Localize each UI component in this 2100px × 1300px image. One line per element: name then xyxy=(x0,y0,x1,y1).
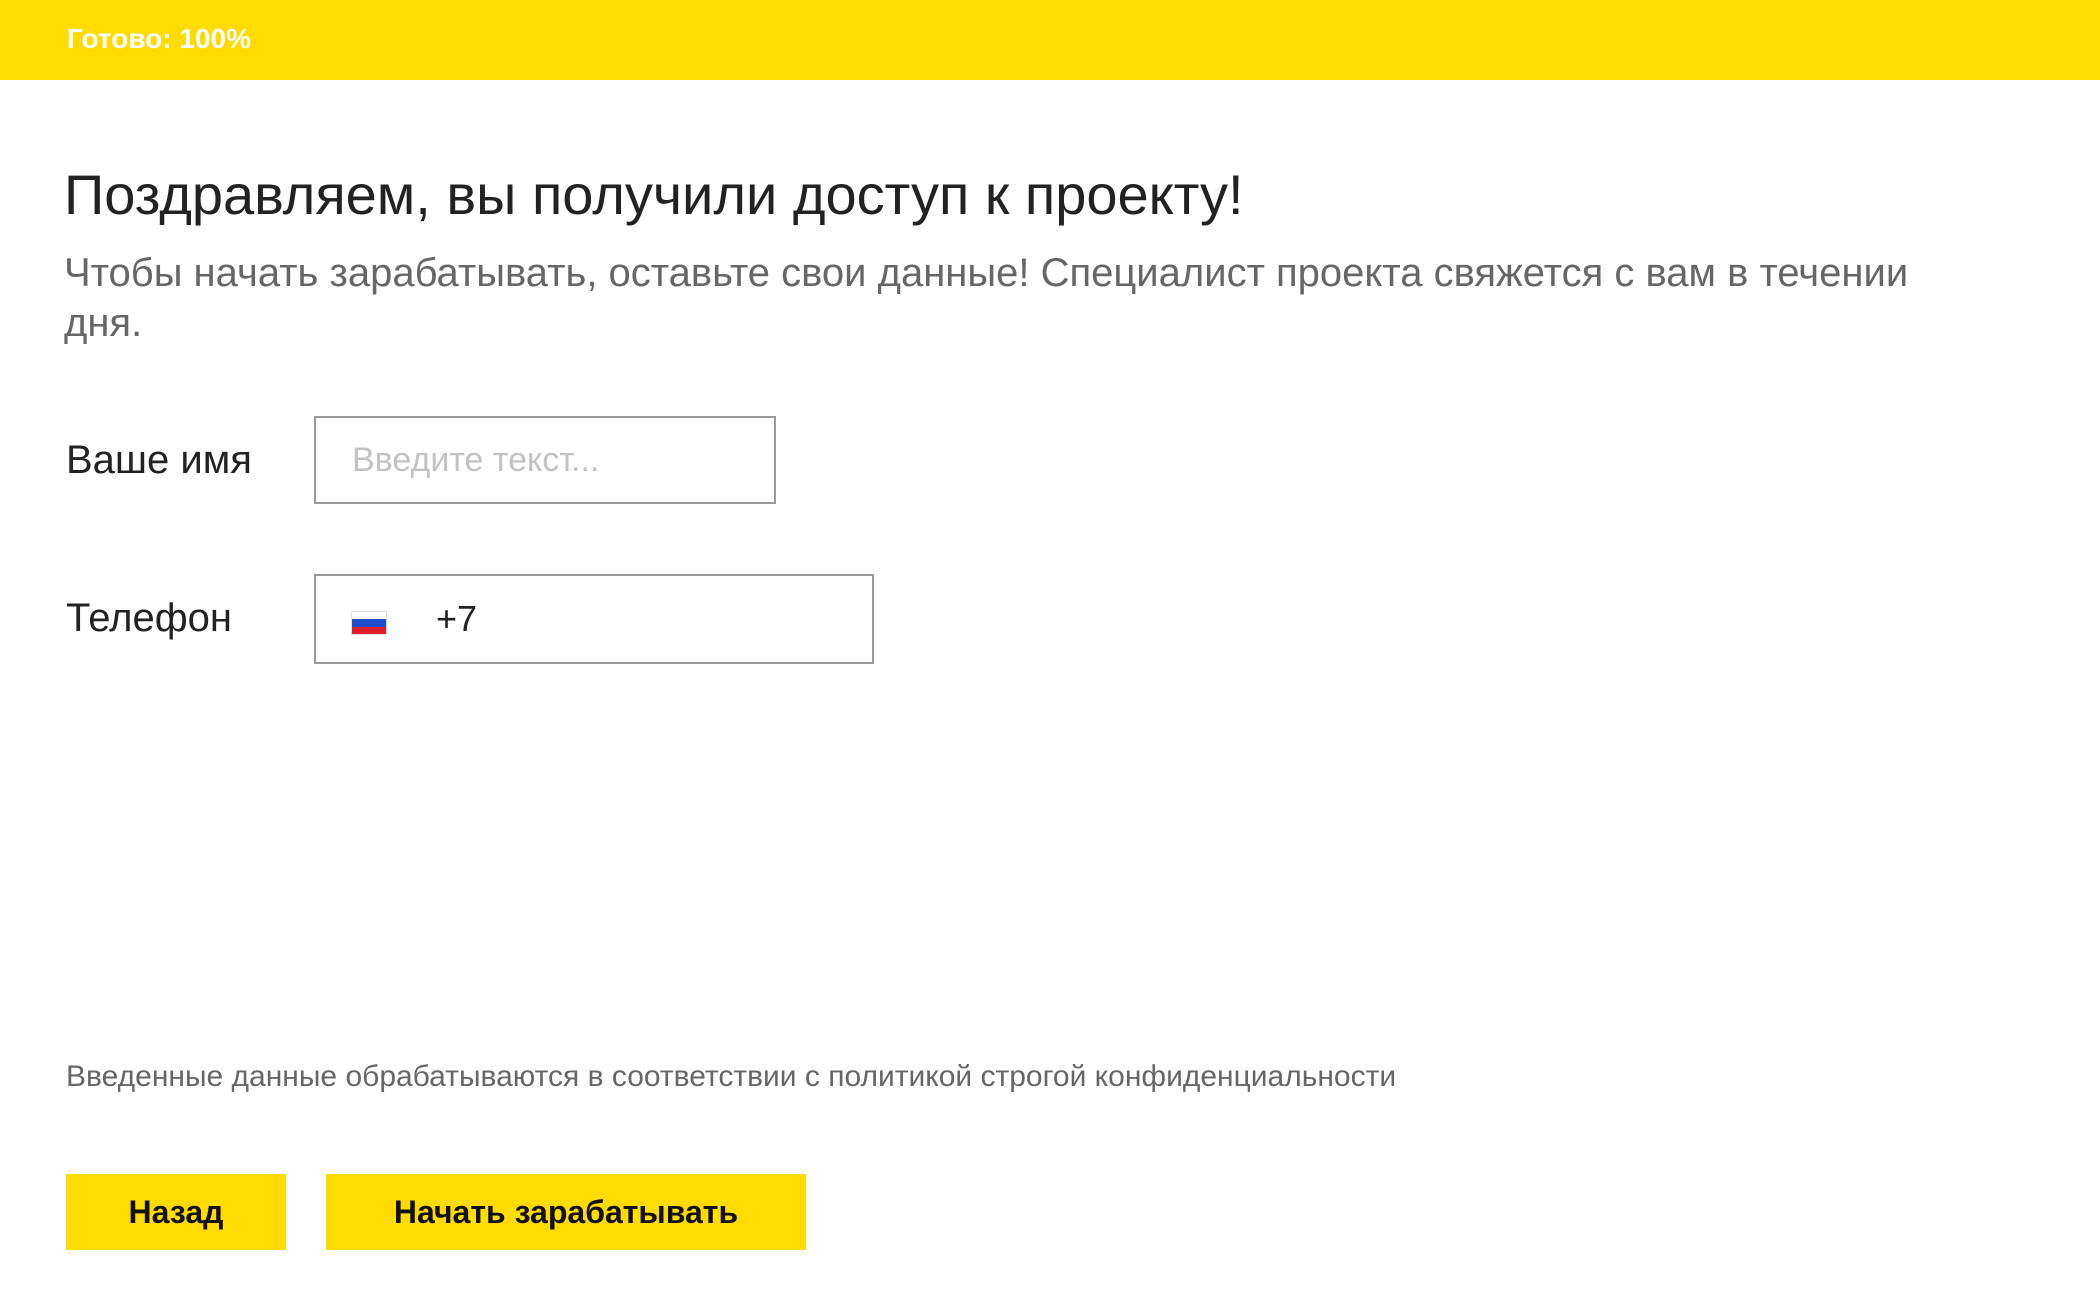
progress-bar-fill xyxy=(0,0,2100,80)
phone-field[interactable] xyxy=(314,574,874,664)
name-input[interactable] xyxy=(314,416,776,504)
progress-bar: Готово: 100% xyxy=(0,0,2100,80)
phone-input[interactable] xyxy=(436,586,856,652)
progress-label: Готово: 100% xyxy=(67,23,251,54)
privacy-notice: Введенные данные обрабатываются в соотве… xyxy=(66,1060,1397,1093)
russia-flag-icon[interactable] xyxy=(352,612,386,634)
back-button[interactable]: Назад xyxy=(66,1174,286,1250)
start-earning-button[interactable]: Начать зарабатывать xyxy=(326,1174,806,1250)
phone-field-label: Телефон xyxy=(66,596,232,640)
page-subtitle: Чтобы начать зарабатывать, оставьте свои… xyxy=(64,251,1909,345)
page-title: Поздравляем, вы получили доступ к проект… xyxy=(64,163,1244,226)
name-field-label: Ваше имя xyxy=(66,438,252,482)
